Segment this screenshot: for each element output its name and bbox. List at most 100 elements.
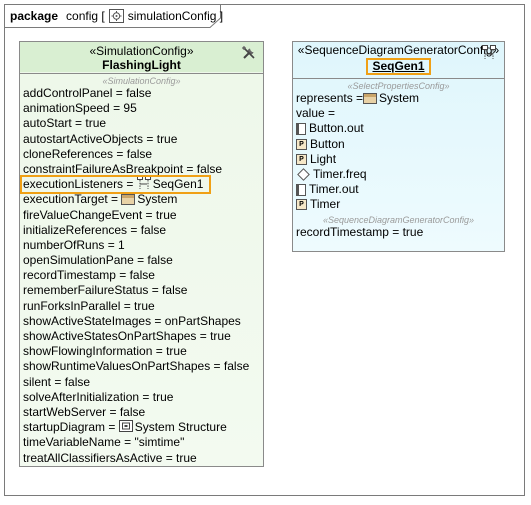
block-icon — [121, 194, 136, 206]
frame-package-name: config — [66, 9, 99, 23]
property-label: silent = false — [23, 374, 91, 389]
property-label: animationSpeed = 95 — [23, 101, 137, 116]
value-item[interactable]: P Light — [296, 152, 504, 167]
property-row[interactable]: fireValueChangeEvent = true — [23, 208, 263, 223]
property-row[interactable]: startupDiagram = System Structure — [23, 419, 263, 436]
property-label: openSimulationPane = false — [23, 253, 173, 268]
simulation-config-name[interactable]: FlashingLight — [20, 58, 263, 72]
property-row[interactable]: executionTarget = System — [23, 192, 263, 207]
property-row[interactable]: showFlowingInformation = true — [23, 344, 263, 359]
simulation-config-stereotype: «SimulationConfig» — [89, 44, 194, 58]
sequence-generator-section-stereotype: «SequenceDiagramGeneratorConfig» — [322, 214, 475, 225]
property-label: showActiveStateImages = onPartShapes — [23, 313, 241, 328]
simulation-config-properties: addControlPanel = false animationSpeed = … — [20, 86, 263, 466]
block-icon — [363, 93, 378, 105]
property-row[interactable]: autostartActiveObjects = true — [23, 132, 263, 147]
property-label: addControlPanel = false — [23, 86, 152, 100]
property-row[interactable]: openSimulationPane = false — [23, 253, 263, 268]
value-item-label: Button — [310, 136, 345, 151]
simulation-config-block[interactable]: «SimulationConfig» FlashingLight «Simula… — [19, 41, 264, 467]
port-icon — [296, 183, 306, 196]
property-label: treatAllClassifiersAsActive = true — [23, 450, 197, 465]
diagram-icon — [118, 419, 133, 436]
record-timestamp-row[interactable]: recordTimestamp = true — [296, 225, 504, 240]
property-row[interactable]: showActiveStatesOnPartShapes = true — [23, 329, 263, 344]
property-label: initializeReferences = false — [23, 222, 167, 237]
property-row[interactable]: solveAfterInitialization = true — [23, 390, 263, 405]
property-label: executionTarget = — [23, 192, 122, 207]
property-label: executionListeners = — [23, 177, 137, 192]
property-label: fireValueChangeEvent = true — [23, 207, 177, 222]
property-row[interactable]: initializeReferences = false — [23, 223, 263, 238]
sequence-generator-config-block[interactable]: «SequenceDiagramGeneratorConfig» SeqGen1… — [292, 41, 505, 252]
part-icon: P — [296, 199, 307, 211]
property-reference: System — [137, 192, 178, 207]
property-label: showFlowingInformation = true — [23, 344, 187, 359]
signal-icon — [297, 168, 310, 181]
value-item[interactable]: Timer.freq — [296, 167, 504, 182]
sequence-generator-icon — [482, 45, 496, 59]
frame-diagram-name: simulationConfig — [127, 9, 217, 23]
represents-label: represents = — [296, 91, 364, 105]
property-label: constraintFailureAsBreakpoint = false — [23, 161, 223, 176]
property-row[interactable]: autoStart = true — [23, 116, 263, 131]
value-item[interactable]: Button.out — [296, 121, 504, 136]
select-properties-stereotype: «SelectPropertiesConfig» — [347, 81, 450, 91]
simulation-config-section-stereotype: «SimulationConfig» — [102, 76, 181, 86]
tools-icon — [241, 45, 255, 59]
property-label: timeVariableName = "simtime" — [23, 435, 185, 450]
property-label: startupDiagram = — [23, 420, 119, 435]
frame-title: config [ simulationConfig ] — [66, 9, 224, 23]
value-row: value = — [296, 106, 504, 121]
property-row[interactable]: showActiveStateImages = onPartShapes — [23, 314, 263, 329]
property-row[interactable]: addControlPanel = false — [23, 86, 263, 101]
property-row[interactable]: rememberFailureStatus = false — [23, 283, 263, 298]
property-label: numberOfRuns = 1 — [23, 237, 125, 252]
value-item[interactable]: P Button — [296, 137, 504, 152]
property-reference: SeqGen1 — [152, 177, 204, 192]
value-list: Button.out P Button P Light Timer.freq Timer.o… — [296, 121, 504, 212]
property-label: solveAfterInitialization = true — [23, 389, 174, 404]
property-row[interactable]: numberOfRuns = 1 — [23, 238, 263, 253]
value-item-label: Timer.out — [309, 182, 359, 197]
frame-tab: package config [ simulationConfig ] — [5, 5, 224, 28]
sequence-generator-stereotype: «SequenceDiagramGeneratorConfig» — [297, 43, 500, 57]
property-label: showRuntimeValuesOnPartShapes = false — [23, 359, 250, 374]
value-item-label: Timer — [310, 197, 341, 212]
property-label: showActiveStatesOnPartShapes = true — [23, 329, 231, 343]
property-label: cloneReferences = false — [23, 146, 153, 161]
part-icon: P — [296, 153, 307, 165]
simulation-config-header: «SimulationConfig» FlashingLight — [20, 42, 263, 74]
part-icon: P — [296, 138, 307, 150]
frame-keyword: package — [10, 9, 59, 23]
property-row[interactable]: treatAllClassifiersAsActive = true — [23, 451, 263, 466]
property-row[interactable]: recordTimestamp = false — [23, 268, 263, 283]
property-label: startWebServer = false — [23, 404, 146, 419]
property-row[interactable]: runForksInParallel = true — [23, 299, 263, 314]
property-reference: System Structure — [134, 420, 227, 435]
property-row[interactable]: silent = false — [23, 375, 263, 390]
value-label: value = — [296, 106, 336, 121]
property-row[interactable]: cloneReferences = false — [23, 147, 263, 162]
port-icon — [296, 122, 306, 135]
value-item-label: Light — [310, 151, 337, 166]
represents-value: System — [379, 91, 420, 105]
simulation-diagram-icon — [108, 9, 124, 23]
value-item-label: Timer.freq — [313, 166, 367, 181]
represents-row[interactable]: represents = System — [296, 91, 504, 106]
value-item[interactable]: Timer.out — [296, 182, 504, 197]
property-label: rememberFailureStatus = false — [23, 283, 188, 298]
property-row[interactable]: timeVariableName = "simtime" — [23, 435, 263, 450]
property-row[interactable]: animationSpeed = 95 — [23, 101, 263, 116]
property-row[interactable]: showRuntimeValuesOnPartShapes = false — [23, 359, 263, 374]
property-row-highlighted[interactable]: executionListeners = SeqGen1 — [20, 175, 211, 195]
property-label: recordTimestamp = false — [23, 268, 155, 283]
property-label: autoStart = true — [23, 116, 107, 131]
property-row[interactable]: startWebServer = false — [23, 405, 263, 420]
value-item-label: Button.out — [309, 121, 364, 136]
property-label: autostartActiveObjects = true — [23, 131, 178, 146]
property-label: runForksInParallel = true — [23, 298, 155, 313]
sequence-generator-name[interactable]: SeqGen1 — [366, 58, 431, 75]
sequence-generator-header: «SequenceDiagramGeneratorConfig» SeqGen1 — [293, 42, 504, 75]
value-item[interactable]: P Timer — [296, 197, 504, 212]
